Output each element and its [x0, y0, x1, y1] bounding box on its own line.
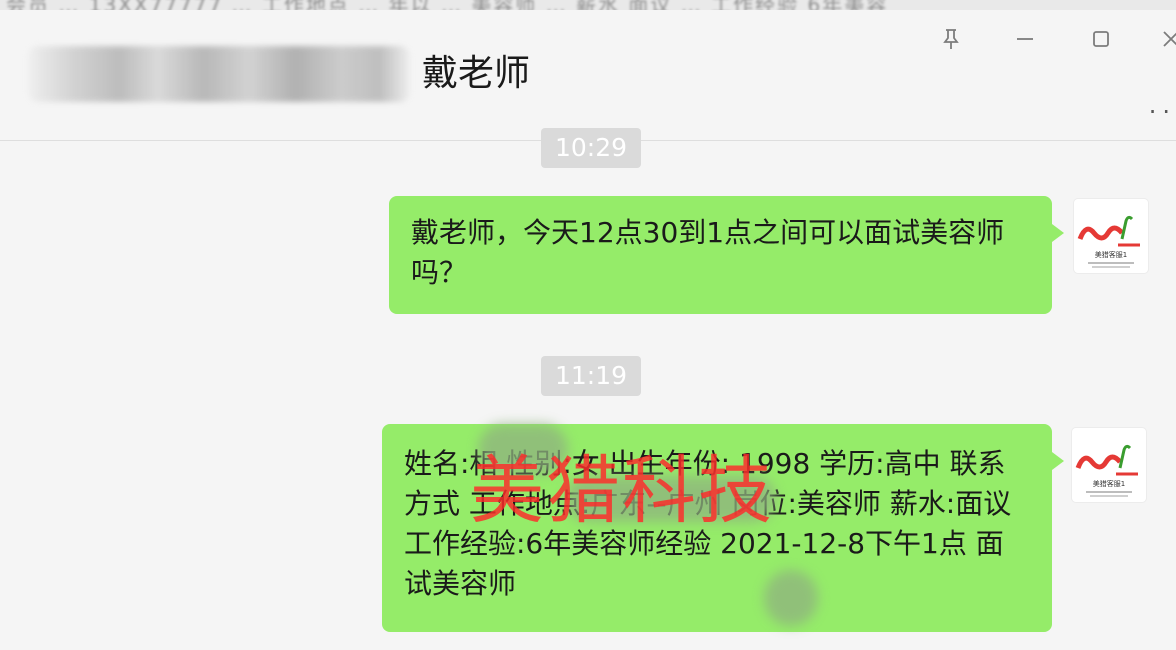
- message-text: 戴老师，今天12点30到1点之间可以面试美容师吗？: [411, 216, 1005, 289]
- close-icon[interactable]: [1156, 24, 1176, 54]
- more-options-icon[interactable]: ··: [1149, 98, 1176, 126]
- watermark: 美猎科技: [470, 448, 774, 534]
- avatar[interactable]: 美猎客服1: [1072, 428, 1146, 502]
- previous-content-strip: 会员 … 13XX77777 … 工作地点 … 年以 … 美容师 … 薪水 面议…: [0, 0, 1176, 10]
- pin-icon[interactable]: [936, 24, 966, 54]
- minimize-icon[interactable]: [1010, 24, 1040, 54]
- previous-content-text: 会员 … 13XX77777 … 工作地点 … 年以 … 美容师 … 薪水 面议…: [6, 0, 888, 10]
- brand-logo-icon: 美猎客服1: [1075, 444, 1138, 497]
- blurred-nickname: [28, 46, 410, 102]
- maximize-icon[interactable]: [1086, 24, 1116, 54]
- brand-logo-icon: 美猎客服1: [1077, 215, 1140, 268]
- chat-header: 戴老师 ··: [0, 10, 1176, 140]
- time-stamp: 11:19: [541, 356, 642, 396]
- message-bubble[interactable]: 戴老师，今天12点30到1点之间可以面试美容师吗？: [389, 196, 1064, 314]
- svg-text:美猎客服1: 美猎客服1: [1095, 250, 1127, 259]
- time-stamp: 10:29: [541, 128, 642, 168]
- privacy-blur: [764, 570, 818, 626]
- contact-name: 戴老师: [422, 53, 531, 94]
- svg-text:美猎客服1: 美猎客服1: [1093, 479, 1125, 488]
- avatar[interactable]: 美猎客服1: [1074, 199, 1148, 273]
